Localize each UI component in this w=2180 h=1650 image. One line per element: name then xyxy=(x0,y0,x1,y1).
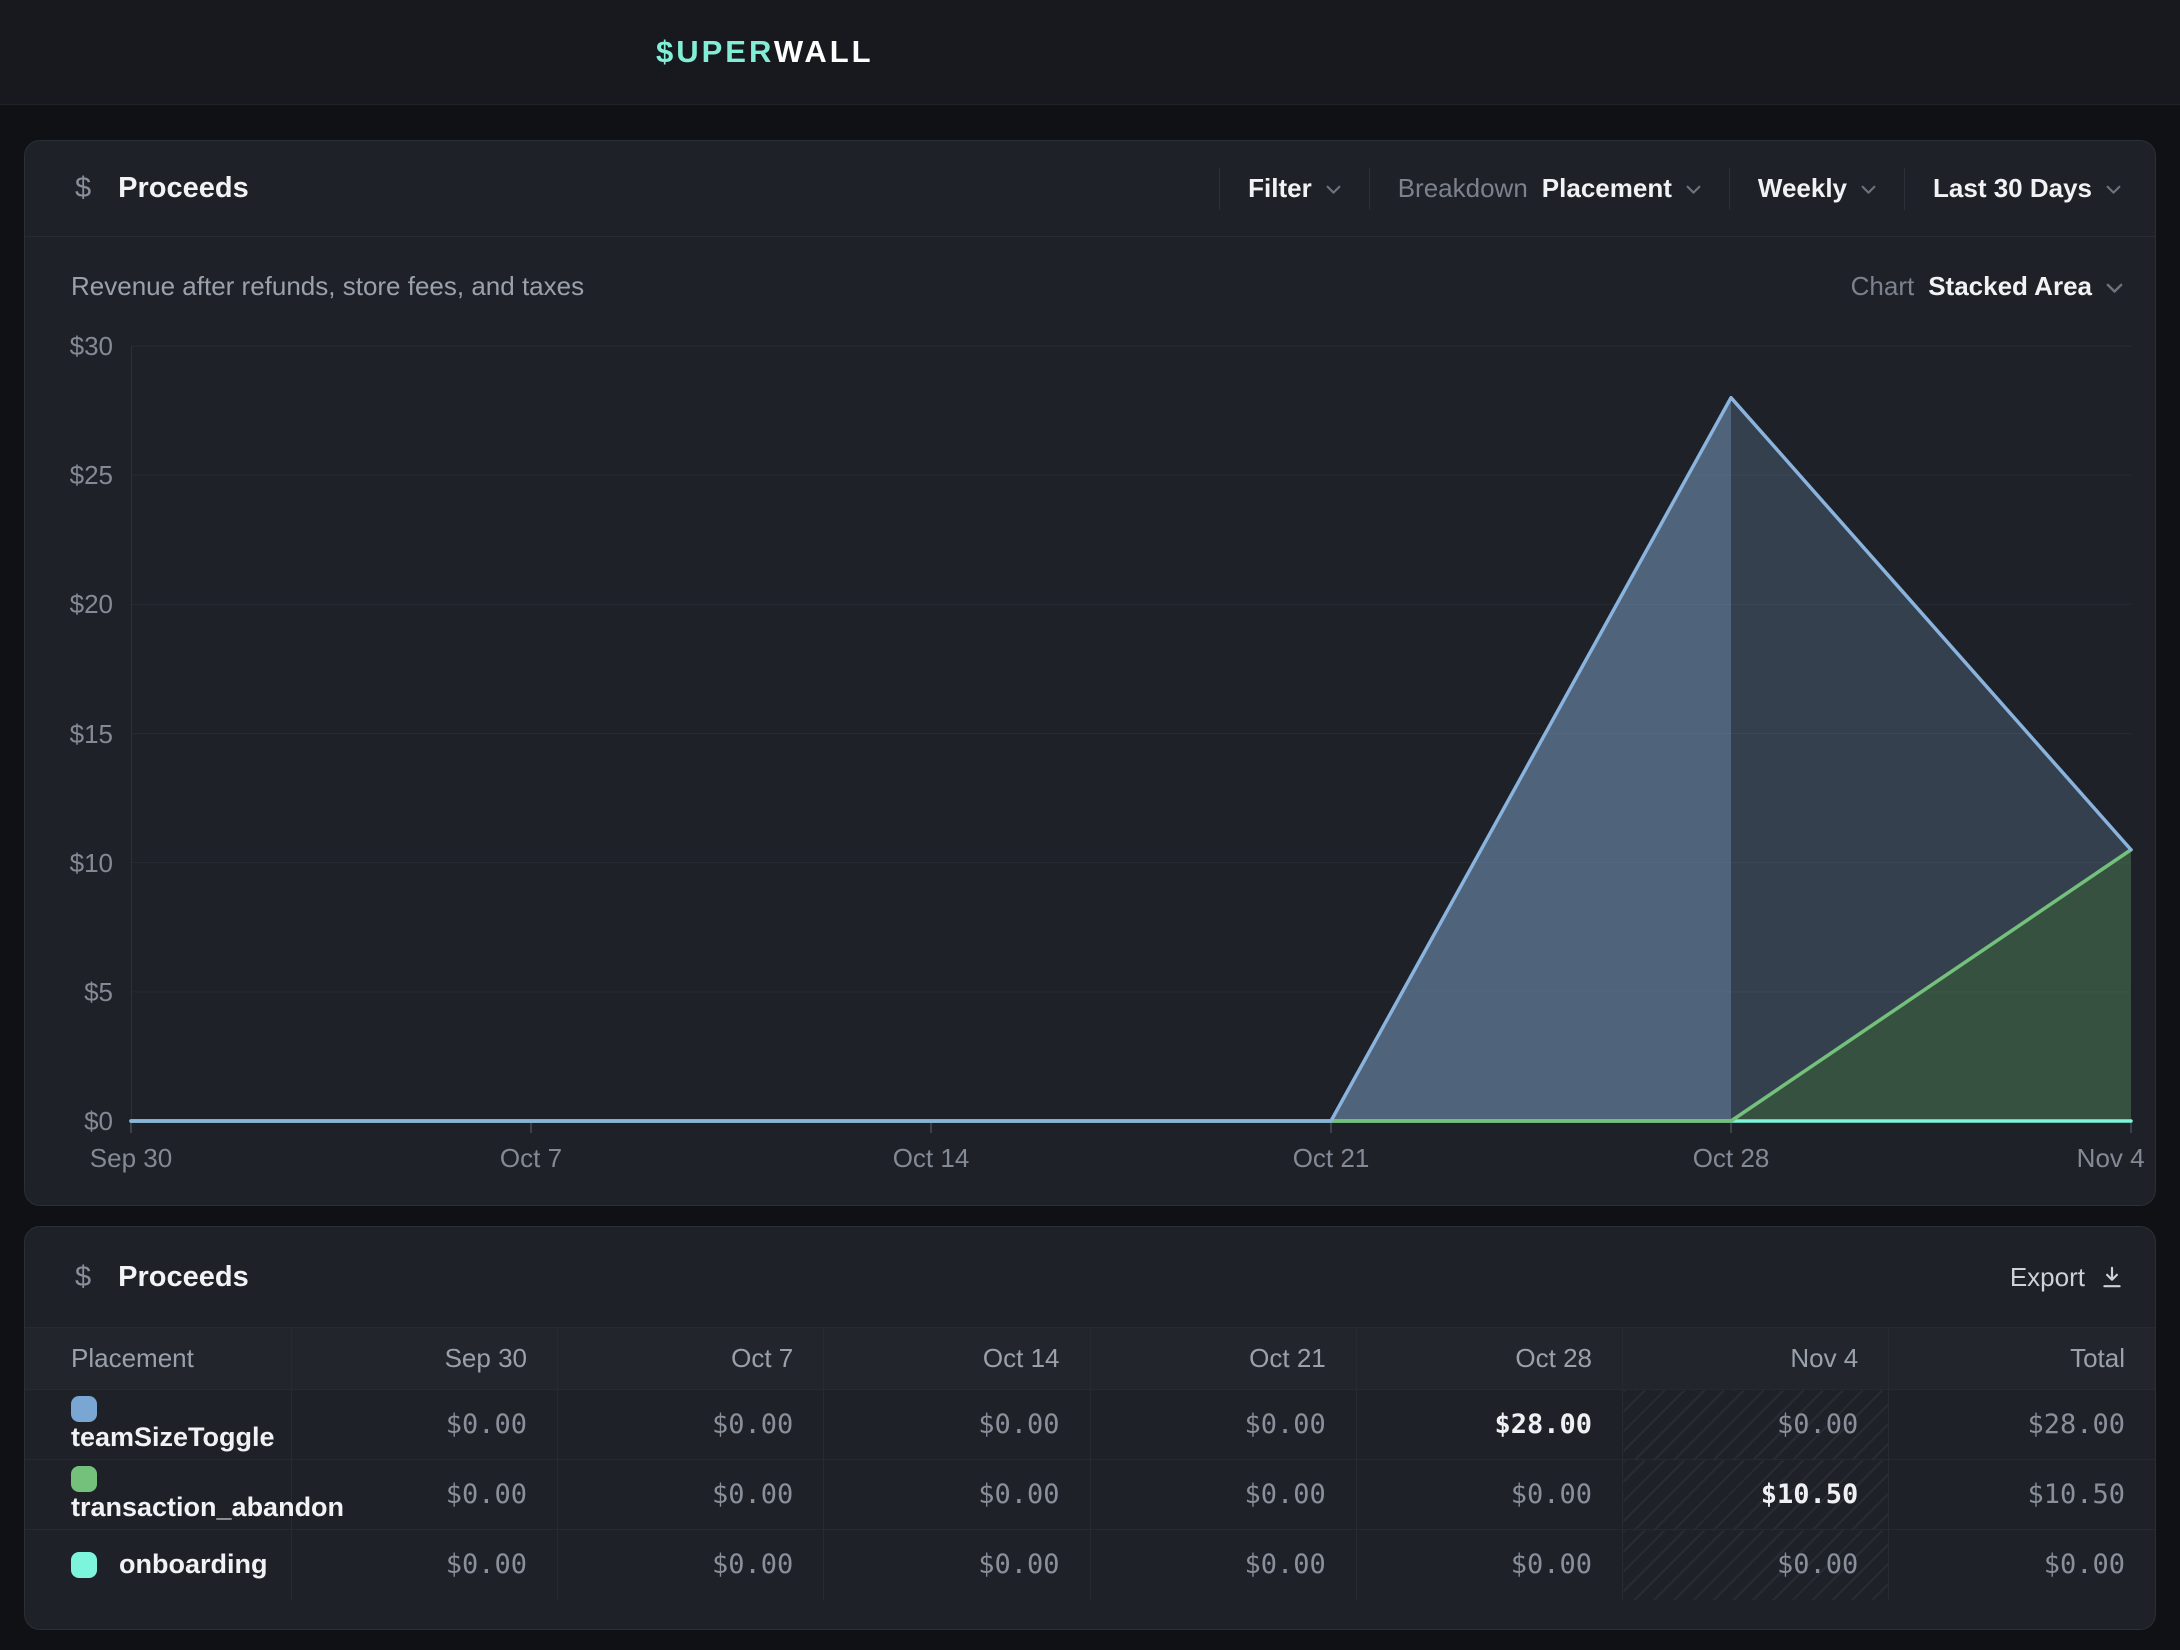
value-cell: $0.00 xyxy=(824,1390,1090,1460)
value-cell: $10.50 xyxy=(1889,1460,2155,1530)
logo-accent-text: $UPER xyxy=(656,34,774,69)
x-axis-tick-label: Oct 14 xyxy=(893,1143,970,1173)
date-range-value: Last 30 Days xyxy=(1933,173,2092,204)
breakdown-dropdown[interactable]: Breakdown Placement xyxy=(1370,173,1729,204)
interval-value: Weekly xyxy=(1758,173,1847,204)
interval-dropdown[interactable]: Weekly xyxy=(1730,173,1904,204)
proceeds-table-card: $ Proceeds Export PlacementSep 30Oct 7Oc… xyxy=(24,1226,2156,1630)
table-row: transaction_abandon$0.00$0.00$0.00$0.00$… xyxy=(25,1460,2155,1530)
chevron-down-icon xyxy=(1326,185,1341,195)
chart-card-title: Proceeds xyxy=(118,172,249,205)
chart-sub-row: Revenue after refunds, store fees, and t… xyxy=(25,271,2155,302)
value-cell: $28.00 xyxy=(1356,1390,1622,1460)
value-cell: $0.00 xyxy=(1090,1530,1356,1600)
chart-subtitle: Revenue after refunds, store fees, and t… xyxy=(71,271,584,302)
column-header: Sep 30 xyxy=(291,1328,557,1390)
proceeds-chart-card: $ Proceeds Filter Breakdown Placement We… xyxy=(24,140,2156,1206)
dollar-icon: $ xyxy=(75,1261,91,1294)
column-header: Total xyxy=(1889,1328,2155,1390)
dollar-icon: $ xyxy=(75,172,91,205)
column-header: Oct 21 xyxy=(1090,1328,1356,1390)
series-color-swatch xyxy=(71,1396,97,1422)
column-header: Oct 14 xyxy=(824,1328,1090,1390)
chevron-down-icon xyxy=(1861,185,1876,195)
x-axis-tick-label: Sep 30 xyxy=(90,1143,172,1173)
value-cell: $0.00 xyxy=(1356,1530,1622,1600)
value-cell: $10.50 xyxy=(1623,1460,1889,1530)
value-cell: $0.00 xyxy=(1090,1390,1356,1460)
table-card-header: $ Proceeds Export xyxy=(25,1227,2155,1327)
x-axis-tick-label: Oct 21 xyxy=(1293,1143,1370,1173)
chart-svg xyxy=(131,346,2131,1121)
chevron-down-icon xyxy=(2106,283,2123,294)
breakdown-value: Placement xyxy=(1542,173,1672,204)
y-axis-tick-label: $25 xyxy=(25,460,113,490)
placement-name: transaction_abandon xyxy=(71,1492,344,1522)
value-cell: $0.00 xyxy=(824,1460,1090,1530)
value-cell: $28.00 xyxy=(1889,1390,2155,1460)
value-cell: $0.00 xyxy=(291,1390,557,1460)
value-cell: $0.00 xyxy=(291,1530,557,1600)
value-cell: $0.00 xyxy=(1356,1460,1622,1530)
superwall-logo[interactable]: $UPERWALL xyxy=(656,34,874,70)
proceeds-table: PlacementSep 30Oct 7Oct 14Oct 21Oct 28No… xyxy=(25,1327,2155,1600)
y-axis-tick-label: $10 xyxy=(25,848,113,878)
column-header: Nov 4 xyxy=(1623,1328,1889,1390)
table-row: teamSizeToggle$0.00$0.00$0.00$0.00$28.00… xyxy=(25,1390,2155,1460)
chart-type-value: Stacked Area xyxy=(1928,271,2092,302)
placement-cell: teamSizeToggle xyxy=(25,1390,291,1460)
placement-cell: transaction_abandon xyxy=(25,1460,291,1530)
export-button[interactable]: Export xyxy=(2010,1262,2125,1293)
value-cell: $0.00 xyxy=(1623,1390,1889,1460)
value-cell: $0.00 xyxy=(558,1530,824,1600)
top-bar: $UPERWALL xyxy=(0,0,2180,105)
download-icon xyxy=(2099,1264,2125,1290)
y-axis-tick-label: $15 xyxy=(25,719,113,749)
y-axis-tick-label: $30 xyxy=(25,331,113,361)
filter-label: Filter xyxy=(1248,173,1312,204)
x-axis-tick-label: Nov 4 xyxy=(2077,1143,2145,1173)
value-cell: $0.00 xyxy=(1090,1460,1356,1530)
placement-name: onboarding xyxy=(119,1549,267,1579)
x-axis-tick-label: Oct 7 xyxy=(500,1143,562,1173)
x-axis-tick-label: Oct 28 xyxy=(1693,1143,1770,1173)
chevron-down-icon xyxy=(2106,185,2121,195)
table-body: teamSizeToggle$0.00$0.00$0.00$0.00$28.00… xyxy=(25,1390,2155,1600)
y-axis-tick-label: $20 xyxy=(25,589,113,619)
value-cell: $0.00 xyxy=(1889,1530,2155,1600)
logo-rest-text: WALL xyxy=(774,34,874,69)
value-cell: $0.00 xyxy=(558,1390,824,1460)
column-header: Oct 28 xyxy=(1356,1328,1622,1390)
series-color-swatch xyxy=(71,1466,97,1492)
chart-plot-area[interactable] xyxy=(131,346,2131,1121)
breakdown-label: Breakdown xyxy=(1398,173,1528,204)
placement-cell: onboarding xyxy=(25,1530,291,1600)
chart-type-label: Chart xyxy=(1851,271,1915,302)
column-header: Oct 7 xyxy=(558,1328,824,1390)
chart-card-header: $ Proceeds Filter Breakdown Placement We… xyxy=(25,141,2155,237)
table-row: onboarding$0.00$0.00$0.00$0.00$0.00$0.00… xyxy=(25,1530,2155,1600)
series-color-swatch xyxy=(71,1552,97,1578)
chart-type-dropdown[interactable]: Chart Stacked Area xyxy=(1851,271,2123,302)
table-header-row: PlacementSep 30Oct 7Oct 14Oct 21Oct 28No… xyxy=(25,1328,2155,1390)
table-card-title: Proceeds xyxy=(118,1261,249,1294)
value-cell: $0.00 xyxy=(1623,1530,1889,1600)
column-header: Placement xyxy=(25,1328,291,1390)
placement-name: teamSizeToggle xyxy=(71,1422,275,1452)
filter-dropdown[interactable]: Filter xyxy=(1220,173,1369,204)
y-axis-tick-label: $0 xyxy=(25,1106,113,1136)
y-axis-tick-label: $5 xyxy=(25,977,113,1007)
export-label: Export xyxy=(2010,1262,2085,1293)
chart-controls: Filter Breakdown Placement Weekly Last 3… xyxy=(1219,168,2125,210)
date-range-dropdown[interactable]: Last 30 Days xyxy=(1905,173,2125,204)
value-cell: $0.00 xyxy=(558,1460,824,1530)
value-cell: $0.00 xyxy=(824,1530,1090,1600)
chevron-down-icon xyxy=(1686,185,1701,195)
